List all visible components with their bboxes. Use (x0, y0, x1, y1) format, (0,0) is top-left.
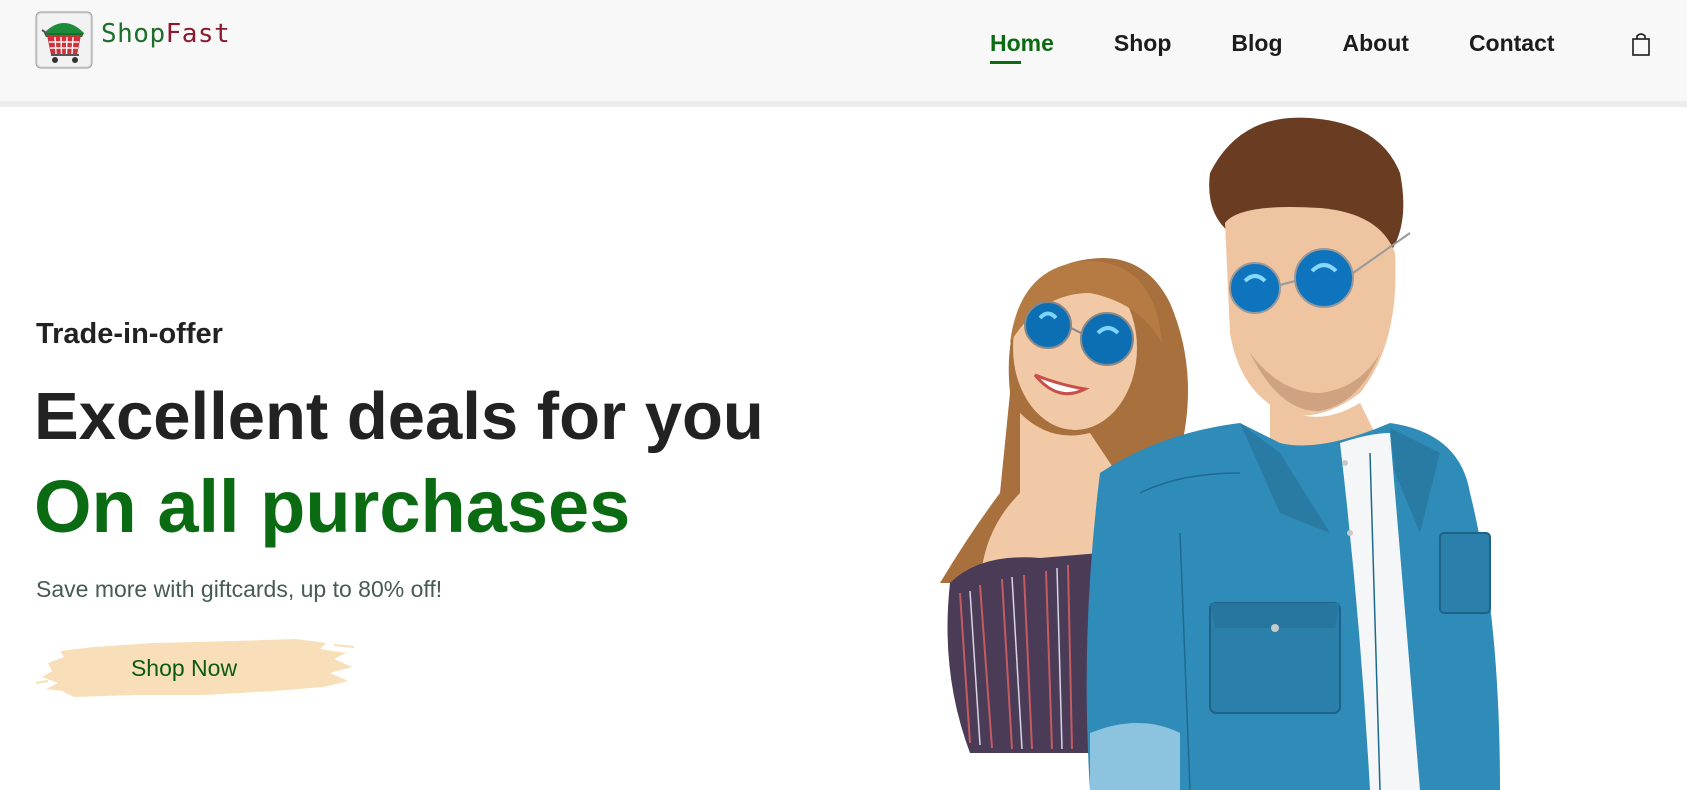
nav-shop[interactable]: Shop (1114, 29, 1172, 57)
nav-home[interactable]: Home (990, 29, 1054, 64)
nav-contact[interactable]: Contact (1469, 29, 1555, 57)
main-nav: Home Shop Blog About Contact (990, 29, 1615, 64)
logo[interactable]: ShopFast (35, 11, 230, 69)
brand-name: ShopFast (101, 19, 230, 49)
hero-subtext: Save more with giftcards, up to 80% off! (36, 576, 443, 602)
hero-headline: Excellent deals for you (34, 379, 764, 454)
site-header: ShopFast Home Shop Blog About Contact (0, 0, 1687, 107)
shop-now-button[interactable]: Shop Now (34, 633, 358, 703)
brand-name-shop: Shop (101, 19, 166, 49)
shop-now-label: Shop Now (130, 654, 238, 681)
nav-blog[interactable]: Blog (1231, 29, 1282, 57)
hero-eyebrow: Trade-in-offer (36, 318, 223, 350)
hero-image-couple (940, 117, 1500, 790)
shopping-bag-icon[interactable] (1630, 31, 1652, 57)
brand-name-fast: Fast (165, 19, 231, 49)
cart-logo-icon (35, 11, 93, 69)
nav-about[interactable]: About (1343, 29, 1409, 57)
hero-headline-accent: On all purchases (34, 465, 631, 548)
